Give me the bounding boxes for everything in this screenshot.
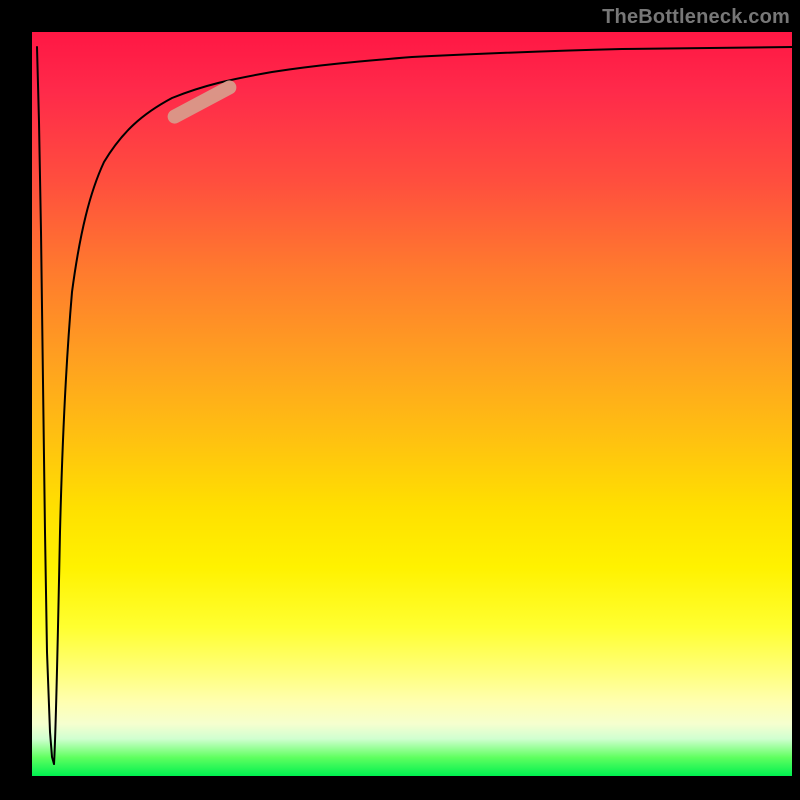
highlight-marker xyxy=(165,78,239,126)
chart-container: TheBottleneck.com xyxy=(0,0,800,800)
bottleneck-curve-ascent xyxy=(54,47,792,764)
plot-area xyxy=(32,32,792,776)
watermark-text: TheBottleneck.com xyxy=(602,6,790,29)
bottleneck-curve-descent xyxy=(37,47,54,764)
curve-layer xyxy=(32,32,792,776)
